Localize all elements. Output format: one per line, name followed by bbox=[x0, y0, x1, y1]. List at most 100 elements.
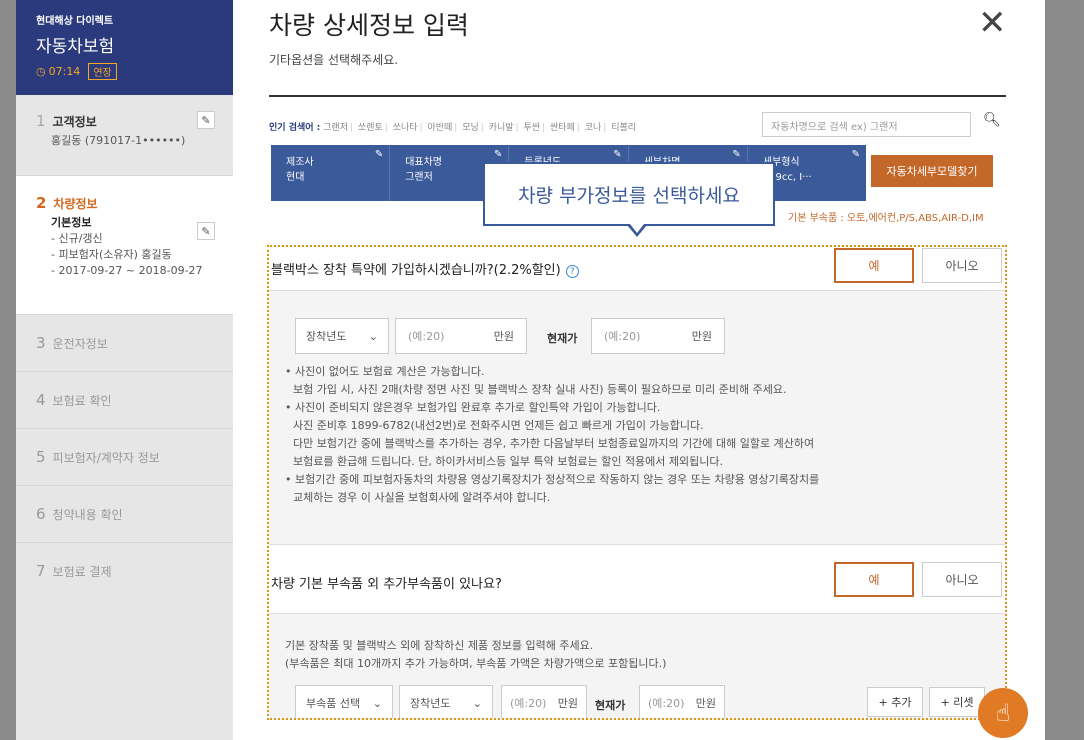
blackbox-current-price-input[interactable]: (예:20) 만원 bbox=[591, 318, 725, 354]
edit-pencil-icon[interactable]: ✎ bbox=[375, 147, 383, 162]
input-placeholder: (예:20) bbox=[408, 330, 445, 343]
step-driver-info: 3 운전자정보 bbox=[16, 315, 233, 372]
unit-label: 만원 bbox=[557, 697, 578, 710]
popular-term[interactable]: 쏘렌토 bbox=[358, 123, 383, 133]
hand-pointer-icon[interactable]: ☝ bbox=[978, 688, 1028, 738]
popular-term[interactable]: 쏘나타 bbox=[393, 123, 418, 133]
step-vehicle-info[interactable]: 2 차량정보 기본정보 - 신규/갱신 - 피보험자(소유자) 홍길동 - 20… bbox=[16, 176, 233, 315]
sidebar: 현대해상 다이렉트 자동차보험 ◷ 07:14 연장 1 고객정보 홍길동 (7… bbox=[16, 0, 233, 740]
popular-term[interactable]: 투싼 bbox=[523, 123, 540, 133]
blackbox-question: 블랙박스 장착 특약에 가입하시겠습니까?(2.2%할인)? bbox=[271, 259, 579, 278]
step-detail-line: - 신규/갱신 bbox=[51, 232, 103, 245]
popular-term[interactable]: 카니발 bbox=[489, 123, 514, 133]
note-line: 다만 보험기간 중에 블랙박스를 추가하는 경우, 추가한 다음날부터 보험종료… bbox=[293, 437, 815, 450]
edit-pencil-icon[interactable]: ✎ bbox=[732, 147, 740, 162]
car-spec-manufacturer[interactable]: 제조사 현대 ✎ bbox=[271, 145, 391, 201]
popular-term[interactable]: 아반떼 bbox=[427, 123, 452, 133]
add-part-button[interactable]: + 추가 bbox=[867, 687, 923, 717]
blackbox-year-select[interactable]: 장착년도 ⌄ bbox=[295, 318, 389, 354]
brand-sub: 현대해상 다이렉트 bbox=[36, 16, 114, 27]
note-line: 보험료를 환급해 드립니다. 단, 하이카서비스등 일부 특약 보험료는 할인 … bbox=[293, 455, 724, 468]
popular-term[interactable]: 그랜저 bbox=[323, 123, 348, 133]
reset-parts-button[interactable]: + 리셋 bbox=[929, 687, 985, 717]
step-number: 7 bbox=[36, 562, 46, 580]
spec-value: 현대 bbox=[286, 172, 305, 183]
step-label: 고객정보 bbox=[52, 114, 97, 129]
step-label: 보험료 결제 bbox=[52, 564, 112, 579]
part-current-price-input[interactable]: (예:20) 만원 bbox=[639, 685, 725, 718]
title-divider bbox=[269, 95, 1006, 97]
part-year-select[interactable]: 장착년도 ⌄ bbox=[399, 685, 493, 718]
spec-title: 제조사 bbox=[286, 157, 314, 168]
unit-label: 만원 bbox=[695, 697, 716, 710]
step-detail-line: - 2017-09-27 ~ 2018-09-27 bbox=[51, 264, 203, 277]
parts-question-row: 차량 기본 부속품 외 추가부속품이 있나요? 예 아니오 bbox=[269, 544, 1005, 614]
timer-value: 07:14 bbox=[48, 65, 81, 78]
extend-button[interactable]: 연장 bbox=[88, 63, 117, 80]
select-value: 장착년도 bbox=[410, 697, 451, 710]
modal-title: 차량 상세정보 입력 bbox=[269, 11, 469, 40]
unit-label: 만원 bbox=[691, 330, 712, 343]
select-value: 부속품 선택 bbox=[306, 697, 361, 710]
step-number: 3 bbox=[36, 334, 46, 352]
step-detail-line: - 피보험자(소유자) 홍길동 bbox=[51, 248, 172, 261]
note-line: 보험 가입 시, 사진 2매(차량 정면 사진 및 블랙박스 장착 실내 사진)… bbox=[293, 383, 787, 396]
input-placeholder: (예:20) bbox=[604, 330, 641, 343]
step-label: 청약내용 확인 bbox=[52, 507, 123, 522]
popular-term[interactable]: 모닝 bbox=[462, 123, 479, 133]
popular-term[interactable]: 티볼리 bbox=[611, 123, 636, 133]
part-type-select[interactable]: 부속품 선택 ⌄ bbox=[295, 685, 393, 718]
edit-pencil-icon[interactable]: ✎ bbox=[494, 147, 502, 162]
input-placeholder: (예:20) bbox=[648, 697, 685, 710]
close-icon[interactable]: ✕ bbox=[978, 6, 1007, 40]
popular-term[interactable]: 코나 bbox=[585, 123, 602, 133]
guide-tooltip: 차량 부가정보를 선택하세요 bbox=[483, 162, 775, 226]
edit-pencil-icon[interactable]: ✎ bbox=[852, 147, 860, 162]
brand-title: 자동차보험 bbox=[36, 37, 115, 57]
additional-options-area: 블랙박스 장착 특약에 가입하시겠습니까?(2.2%할인)? 예 아니오 장착년… bbox=[267, 245, 1007, 720]
help-icon[interactable]: ? bbox=[565, 265, 579, 278]
step-payment: 7 보험료 결제 bbox=[16, 543, 233, 600]
blackbox-price-input[interactable]: (예:20) 만원 bbox=[395, 318, 527, 354]
search-icon[interactable]: 🔍︎ bbox=[983, 112, 1001, 128]
step-label: 피보험자/계약자 정보 bbox=[52, 450, 160, 465]
select-value: 장착년도 bbox=[306, 330, 347, 343]
session-timer: ◷ 07:14 연장 bbox=[36, 63, 233, 80]
basic-parts-text: 기본 부속품 : 오토,에어컨,P/S,ABS,AIR-D,IM bbox=[788, 213, 984, 224]
popular-searches: 인기 검색어 : 그랜저 | 쏘렌토 | 쏘나타 | 아반떼 | 모닝 | 카니발 | 투싼… bbox=[269, 123, 637, 133]
info-line: (부속품은 최대 10개까지 추가 가능하며, 부속품 가액은 차량가액으로 포… bbox=[285, 657, 667, 670]
edit-pencil-icon[interactable]: ✎ bbox=[613, 147, 621, 162]
brand-header: 현대해상 다이렉트 자동차보험 ◷ 07:14 연장 bbox=[16, 0, 233, 95]
parts-no-button[interactable]: 아니오 bbox=[922, 562, 1002, 597]
clock-icon: ◷ bbox=[36, 65, 46, 78]
parts-yes-button[interactable]: 예 bbox=[834, 562, 914, 597]
step-number: 6 bbox=[36, 505, 46, 523]
unit-label: 만원 bbox=[493, 330, 514, 343]
part-price-input[interactable]: (예:20) 만원 bbox=[501, 685, 587, 718]
popular-term[interactable]: 싼타페 bbox=[550, 123, 575, 133]
blackbox-question-text: 블랙박스 장착 특약에 가입하시겠습니까?(2.2%할인) bbox=[271, 263, 561, 278]
edit-pencil-icon[interactable]: ✎ bbox=[197, 111, 215, 129]
note-line: 교체하는 경우 이 사실을 보험회사에 알려주셔야 합니다. bbox=[293, 491, 551, 504]
blackbox-question-row: 블랙박스 장착 특약에 가입하시겠습니까?(2.2%할인)? 예 아니오 bbox=[269, 247, 1005, 291]
spec-value: 359cc, I··· bbox=[762, 172, 812, 183]
chevron-down-icon: ⌄ bbox=[368, 329, 378, 343]
find-detail-model-button[interactable]: 자동차세부모델찾기 bbox=[871, 155, 993, 187]
step-number: 2 bbox=[36, 194, 47, 212]
popular-label: 인기 검색어 : bbox=[269, 123, 321, 133]
spec-title: 세부형식 bbox=[762, 157, 800, 168]
current-price-label: 현재가 bbox=[547, 332, 578, 345]
step-label: 운전자정보 bbox=[52, 336, 108, 351]
blackbox-yes-button[interactable]: 예 bbox=[834, 248, 914, 283]
step-customer-info[interactable]: 1 고객정보 홍길동 (791017-1••••••) ✎ bbox=[16, 95, 233, 176]
step-number: 4 bbox=[36, 391, 46, 409]
current-price-label: 현재가 bbox=[595, 699, 626, 712]
chevron-down-icon: ⌄ bbox=[472, 696, 482, 710]
step-number: 5 bbox=[36, 448, 46, 466]
step-detail-title: 기본정보 bbox=[51, 216, 92, 229]
edit-pencil-icon[interactable]: ✎ bbox=[197, 222, 215, 240]
car-search-input[interactable]: 자동차명으로 검색 ex) 그랜저 bbox=[762, 112, 971, 137]
vehicle-detail-modal: 차량 상세정보 입력 기타옵션을 선택해주세요. ✕ 인기 검색어 : 그랜저 |… bbox=[233, 0, 1045, 740]
blackbox-no-button[interactable]: 아니오 bbox=[922, 248, 1002, 283]
step-label: 보험료 확인 bbox=[52, 393, 112, 408]
